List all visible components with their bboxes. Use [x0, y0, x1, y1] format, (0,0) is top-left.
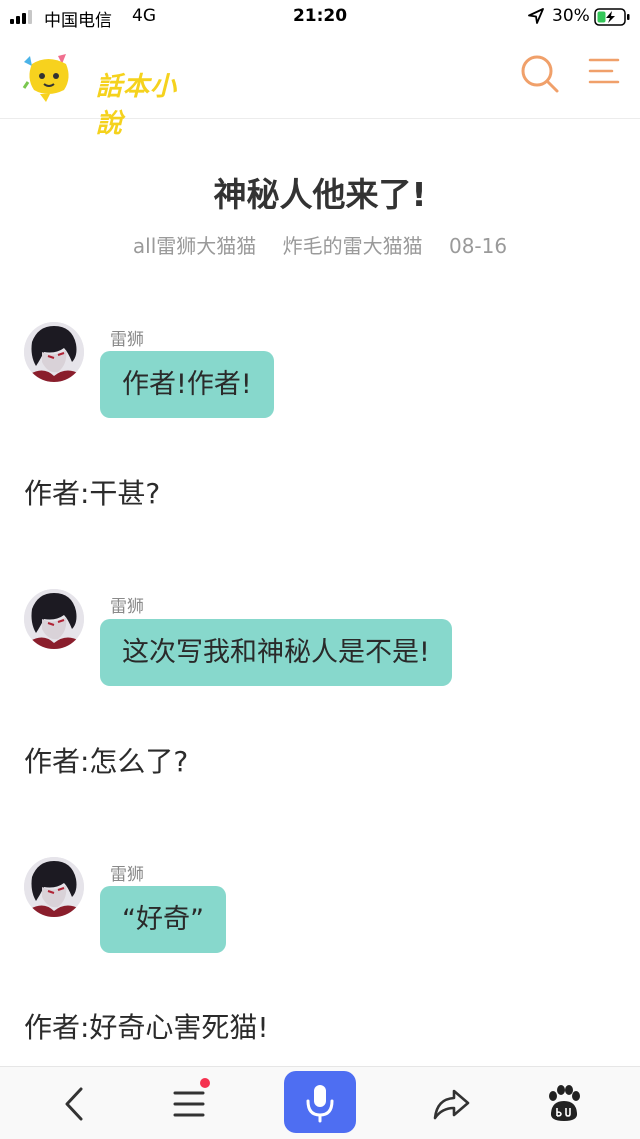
mascot-logo-icon	[22, 54, 69, 102]
chat-bubble: 作者!作者!	[100, 351, 274, 418]
logo-text: 話本小說	[96, 72, 178, 139]
character-avatar-icon	[24, 857, 84, 917]
battery-percent: 30%	[552, 6, 590, 26]
menu-button[interactable]	[586, 56, 620, 86]
article-meta: all雷狮大猫猫 炸毛的雷大猫猫 08-16	[0, 230, 640, 259]
speaker-name: 雷狮	[110, 597, 144, 617]
battery-charging-icon	[594, 8, 630, 26]
character-avatar-icon	[24, 589, 84, 649]
search-button[interactable]	[518, 52, 560, 94]
article-author[interactable]: 炸毛的雷大猫猫	[283, 234, 423, 258]
speaker-name: 雷狮	[110, 865, 144, 885]
back-button[interactable]	[50, 1079, 100, 1129]
speaker-name: 雷狮	[110, 330, 144, 350]
avatar	[24, 589, 84, 649]
bottom-toolbar	[0, 1066, 640, 1139]
back-icon	[65, 1087, 83, 1121]
voice-search-button[interactable]	[284, 1071, 356, 1133]
article-title: 神秘人他来了!	[213, 175, 427, 214]
status-bar: 中国电信 4G 21:20 30%	[0, 0, 640, 34]
location-arrow-icon	[528, 8, 544, 24]
narration-line: 作者:怎么了?	[24, 745, 189, 778]
narration-line: 作者:好奇心害死猫!	[24, 1011, 269, 1044]
article-tags[interactable]: all雷狮大猫猫	[133, 234, 256, 258]
hamburger-menu-icon	[588, 58, 620, 84]
app-logo[interactable]: 話本小說	[18, 48, 198, 139]
app-header: 話本小說	[0, 34, 640, 139]
microphone-icon	[306, 1085, 334, 1123]
avatar	[24, 857, 84, 917]
notification-dot	[200, 1078, 210, 1088]
avatar	[24, 322, 84, 382]
share-button[interactable]	[426, 1079, 476, 1129]
chat-bubble: “好奇”	[100, 886, 226, 953]
baidu-home-button[interactable]	[538, 1079, 588, 1129]
status-time: 21:20	[292, 6, 348, 26]
article-date: 08-16	[448, 234, 508, 258]
chat-bubble: 这次写我和神秘人是不是!	[100, 619, 452, 686]
search-icon	[521, 55, 559, 93]
character-avatar-icon	[24, 322, 84, 382]
share-icon	[433, 1089, 470, 1120]
baidu-paw-icon	[549, 1085, 580, 1121]
narration-line: 作者:干甚?	[24, 477, 161, 510]
